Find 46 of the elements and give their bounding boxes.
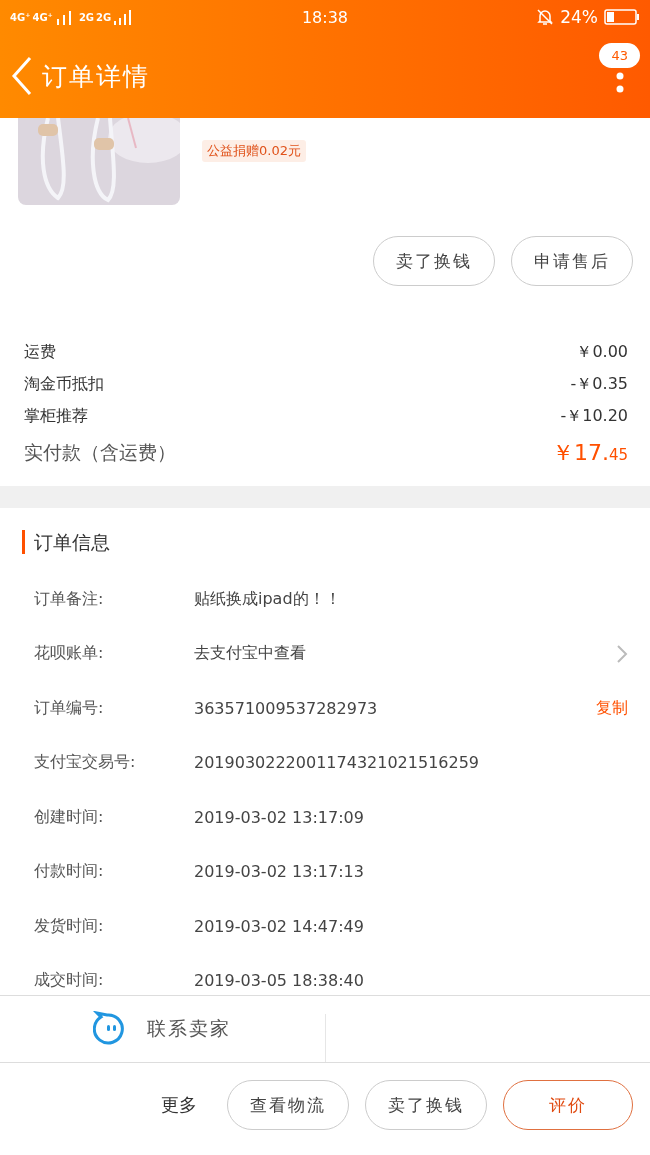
info-value: 2019030222001174321021516259 [194, 753, 480, 773]
more-icon[interactable] [615, 71, 624, 94]
info-value: 2019-03-02 14:47:49 [194, 916, 364, 936]
info-label: 花呗账单: [34, 643, 105, 665]
info-label: 创建时间: [34, 806, 105, 828]
info-label: 订单备注: [34, 588, 105, 610]
muted-bell-icon [536, 8, 555, 26]
network-label: 4G⁺ [10, 11, 31, 23]
network-label: 2G [78, 11, 95, 23]
info-value: 2019-03-02 13:17:13 [194, 862, 364, 882]
chevron-right-icon[interactable] [616, 643, 628, 664]
clock-time: 18:38 [300, 7, 350, 27]
more-link[interactable]: 更多 [161, 1093, 197, 1117]
action-button[interactable]: 申请售后 [511, 236, 633, 286]
network-label: 4G⁺ [32, 11, 53, 23]
charity-tag: 公益捐赠0.02元 [202, 140, 306, 162]
fee-value: ￥0.00 [576, 341, 628, 363]
network-label: 2G [96, 11, 112, 23]
contact-seller-link[interactable]: 联系卖家 [147, 1016, 232, 1042]
page-title: 订单详情 [42, 60, 150, 93]
fee-value: -￥10.20 [560, 405, 628, 427]
order-action-button[interactable]: 卖了换钱 [365, 1080, 487, 1130]
info-label: 支付宝交易号: [34, 752, 137, 774]
info-value: 2019-03-05 18:38:40 [194, 971, 364, 991]
fee-value: ￥17.45 [551, 439, 628, 467]
info-value: 2019-03-02 13:17:09 [194, 807, 364, 827]
message-count-badge: 43 [599, 42, 640, 68]
info-label: 发货时间: [34, 915, 105, 937]
fee-label: 淘金币抵扣 [24, 373, 104, 395]
battery-icon [604, 9, 640, 25]
fee-value: -￥0.35 [570, 373, 628, 395]
order-action-button[interactable]: 查看物流 [227, 1080, 349, 1130]
info-value: 363571009537282973 [194, 698, 378, 718]
fee-label: 实付款（含运费） [24, 440, 176, 465]
back-icon[interactable] [10, 56, 34, 96]
battery-percent: 24% [560, 7, 598, 27]
action-button[interactable]: 卖了换钱 [373, 236, 495, 286]
order-action-button[interactable]: 评价 [503, 1080, 633, 1130]
info-label: 成交时间: [34, 970, 105, 992]
info-label: 付款时间: [34, 861, 105, 883]
fee-label: 掌柜推荐 [24, 405, 88, 427]
alipay-link[interactable]: 去支付宝中查看 [194, 643, 306, 665]
info-value: 贴纸换成ipad的！！ [194, 588, 341, 610]
fee-label: 运费 [24, 341, 56, 363]
info-label: 订单编号: [34, 697, 105, 719]
section-title: 订单信息 [22, 530, 628, 554]
